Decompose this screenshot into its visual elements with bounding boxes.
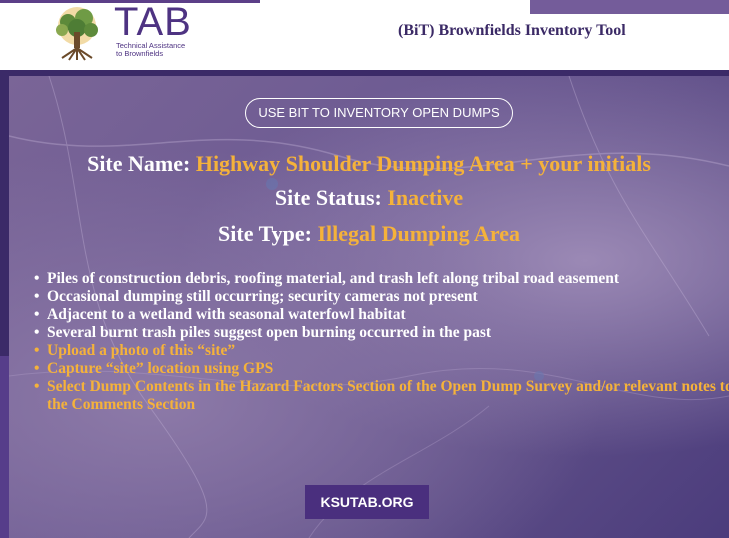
list-item: Select Dump Contents in the Hazard Facto… [34,378,729,414]
slide-topic-pill: USE BIT TO INVENTORY OPEN DUMPS [245,98,513,128]
instruction-list: Piles of construction debris, roofing ma… [33,270,729,414]
ksutab-link-button[interactable]: KSUTAB.ORG [305,485,429,519]
logo-subtext: Technical Assistance to Brownfields [116,41,186,58]
site-type-line: Site Type: Illegal Dumping Area [9,221,729,247]
site-name-value: Highway Shoulder Dumping Area + your ini… [195,151,651,176]
site-name-line: Site Name: Highway Shoulder Dumping Area… [9,151,729,177]
tab-logo[interactable]: TAB Technical Assistance to Brownfields [44,0,244,62]
site-status-value: Inactive [387,185,464,210]
list-item: Upload a photo of this “site” [34,342,729,360]
list-item: Piles of construction debris, roofing ma… [34,270,729,288]
site-type-label: Site Type: [218,221,318,246]
site-type-value: Illegal Dumping Area [317,221,520,246]
list-item: Adjacent to a wetland with seasonal wate… [34,306,729,324]
list-item: Capture “site” location using GPS [34,360,729,378]
site-status-line: Site Status: Inactive [9,185,729,211]
logo-wordmark: TAB [114,0,192,44]
site-name-label: Site Name: [87,151,196,176]
header-top-edge-right [530,0,729,14]
list-item: Occasional dumping still occurring; secu… [34,288,729,306]
page-title: (BiT) Brownfields Inventory Tool [398,22,626,39]
left-edge-strip [0,356,9,538]
list-item: Several burnt trash piles suggest open b… [34,324,729,342]
tree-logo-icon [56,7,98,61]
site-status-label: Site Status: [274,185,388,210]
slide-panel: USE BIT TO INVENTORY OPEN DUMPS Site Nam… [9,76,729,538]
